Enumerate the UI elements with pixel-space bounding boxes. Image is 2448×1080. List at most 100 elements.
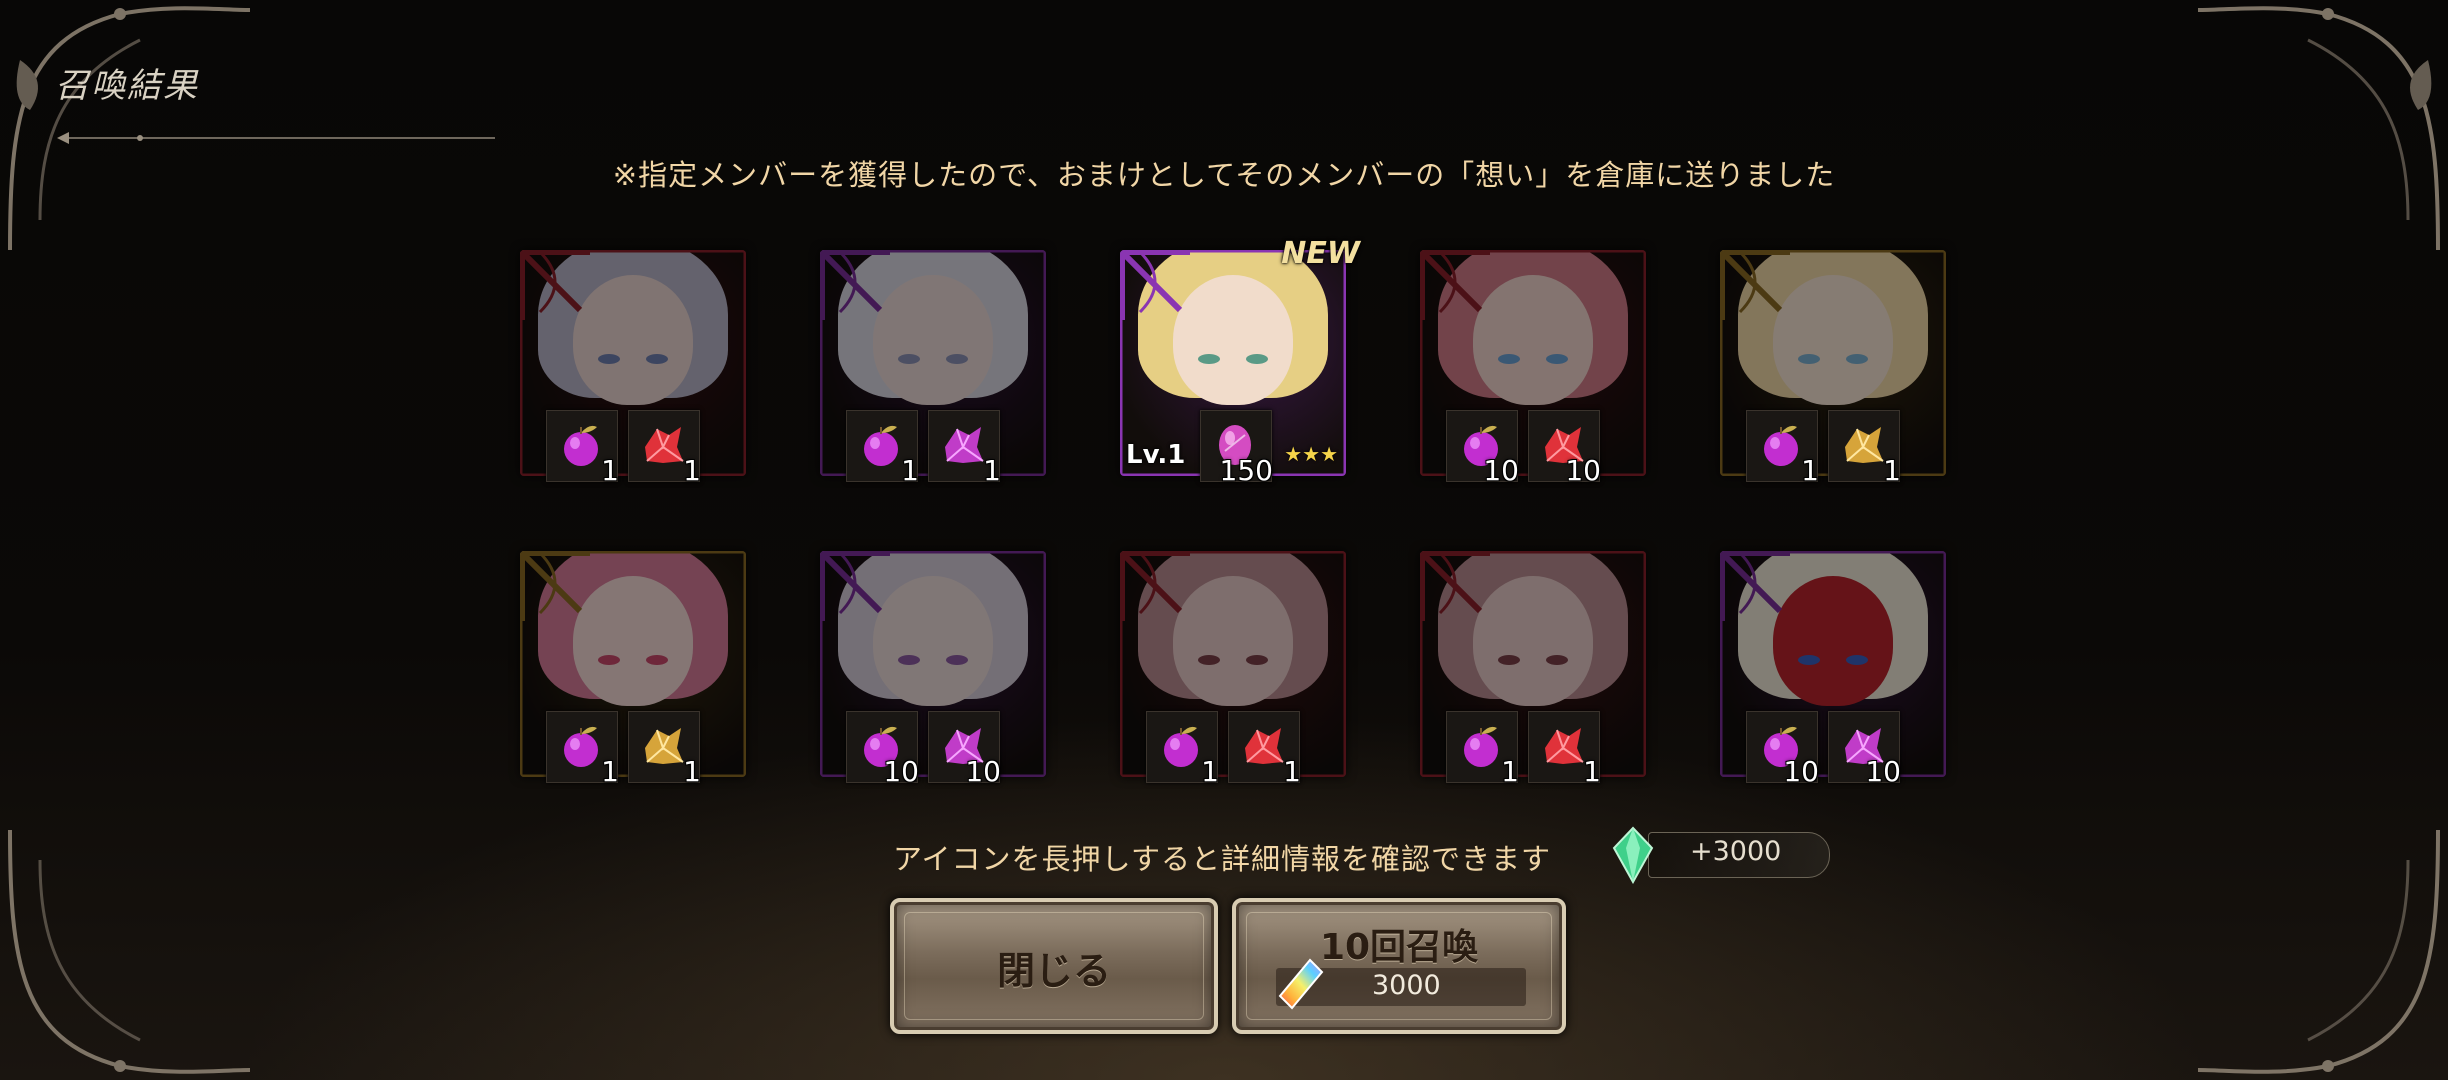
character-hair bbox=[838, 551, 1028, 699]
summon-result-screen: 召喚結果 ※指定メンバーを獲得したので、おまけとしてそのメンバーの「想い」を倉庫… bbox=[0, 0, 2448, 1080]
bonus-item[interactable]: 10 bbox=[1528, 410, 1601, 487]
bonus-item[interactable]: 1 bbox=[546, 711, 619, 788]
character-hair bbox=[1138, 551, 1328, 699]
bonus-item[interactable]: 1 bbox=[546, 410, 619, 487]
character-eye bbox=[1798, 654, 1820, 665]
bonus-item[interactable]: 1 bbox=[1528, 711, 1601, 788]
bonus-notice: ※指定メンバーを獲得したので、おまけとしてそのメンバーの「想い」を倉庫に送りまし… bbox=[612, 158, 1836, 192]
character-eye bbox=[598, 353, 620, 364]
item-quantity: 10 bbox=[1565, 454, 1601, 487]
result-card[interactable]: 10 10 bbox=[1420, 250, 1646, 487]
item-quantity: 1 bbox=[683, 755, 701, 788]
close-button-label: 閉じる bbox=[996, 949, 1111, 993]
bonus-item[interactable]: 1 bbox=[846, 410, 919, 487]
character-hair bbox=[1738, 551, 1928, 699]
bonus-item[interactable]: 10 bbox=[846, 711, 919, 788]
result-card[interactable]: 11 bbox=[1720, 250, 1946, 487]
character-face bbox=[1473, 275, 1593, 406]
rarity-stars: ★★★ bbox=[1284, 442, 1338, 466]
character-eye bbox=[1198, 654, 1220, 665]
bonus-item[interactable]: 1 bbox=[628, 711, 701, 788]
bonus-item[interactable]: 1 bbox=[628, 410, 701, 487]
rainbow-gem-icon bbox=[1278, 958, 1324, 1010]
character-face bbox=[1773, 275, 1893, 406]
character-eye bbox=[646, 654, 668, 665]
bonus-item[interactable]: 1 bbox=[1228, 711, 1301, 788]
bonus-item[interactable]: 1 bbox=[1146, 711, 1219, 788]
character-eye bbox=[946, 353, 968, 364]
character-eye bbox=[898, 654, 920, 665]
character-hair bbox=[1438, 551, 1628, 699]
summon-cost: 3000 bbox=[1276, 958, 1526, 1010]
bonus-item[interactable]: 1 bbox=[1828, 410, 1901, 487]
character-eye bbox=[1546, 654, 1568, 665]
character-eye bbox=[946, 654, 968, 665]
item-quantity: 10 bbox=[1865, 755, 1901, 788]
character-eye bbox=[1798, 353, 1820, 364]
ornament-corner-top-left bbox=[0, 0, 260, 260]
summon-cost-value: 3000 bbox=[1372, 970, 1441, 1001]
long-press-hint: アイコンを長押しすると詳細情報を確認できます bbox=[893, 842, 1551, 876]
character-face bbox=[573, 275, 693, 406]
result-card[interactable]: 11 bbox=[820, 250, 1046, 487]
result-card[interactable]: 11 bbox=[1420, 551, 1646, 788]
character-face bbox=[873, 576, 993, 707]
title-divider bbox=[57, 132, 495, 144]
item-quantity: 10 bbox=[1483, 454, 1519, 487]
bonus-item[interactable]: 150 bbox=[1200, 410, 1273, 487]
reward-counter: +3000 bbox=[1610, 826, 1830, 884]
character-face bbox=[1173, 576, 1293, 707]
new-badge: NEW bbox=[1281, 236, 1360, 271]
item-quantity: 150 bbox=[1219, 454, 1273, 487]
character-eye bbox=[1846, 353, 1868, 364]
item-quantity: 1 bbox=[1283, 755, 1301, 788]
character-face bbox=[573, 576, 693, 707]
bonus-item[interactable]: 1 bbox=[1746, 410, 1819, 487]
result-card[interactable]: 10 10 bbox=[1720, 551, 1946, 788]
item-quantity: 1 bbox=[683, 454, 701, 487]
close-button[interactable]: 閉じる bbox=[890, 898, 1218, 1034]
character-hair bbox=[1438, 250, 1628, 398]
character-hair bbox=[538, 250, 728, 398]
character-hair bbox=[838, 250, 1028, 398]
bonus-item[interactable]: 10 bbox=[1828, 711, 1901, 788]
bonus-item[interactable]: 10 bbox=[928, 711, 1001, 788]
level-label: Lv.1 bbox=[1126, 440, 1186, 470]
item-quantity: 1 bbox=[901, 454, 919, 487]
item-quantity: 1 bbox=[601, 755, 619, 788]
item-quantity: 10 bbox=[883, 755, 919, 788]
bonus-item[interactable]: 1 bbox=[928, 410, 1001, 487]
ornament-corner-bottom-left bbox=[0, 820, 260, 1080]
item-quantity: 10 bbox=[1783, 755, 1819, 788]
ornament-corner-top-right bbox=[2188, 0, 2448, 260]
bonus-item[interactable]: 10 bbox=[1746, 711, 1819, 788]
page-title: 召喚結果 bbox=[55, 66, 199, 106]
item-quantity: 1 bbox=[1583, 755, 1601, 788]
result-card[interactable]: 11 bbox=[520, 250, 746, 487]
character-eye bbox=[1498, 353, 1520, 364]
green-crystal-icon bbox=[1612, 826, 1654, 884]
character-eye bbox=[1846, 654, 1868, 665]
character-face bbox=[1773, 576, 1893, 707]
character-eye bbox=[1246, 654, 1268, 665]
reward-value: +3000 bbox=[1690, 836, 1782, 867]
result-card[interactable]: 11 bbox=[1120, 551, 1346, 788]
character-hair bbox=[1738, 250, 1928, 398]
character-eye bbox=[598, 654, 620, 665]
item-quantity: 1 bbox=[601, 454, 619, 487]
item-quantity: 10 bbox=[965, 755, 1001, 788]
character-hair bbox=[538, 551, 728, 699]
item-quantity: 1 bbox=[1801, 454, 1819, 487]
result-card[interactable]: 10 10 bbox=[820, 551, 1046, 788]
ornament-corner-bottom-right bbox=[2188, 820, 2448, 1080]
bonus-item[interactable]: 10 bbox=[1446, 410, 1519, 487]
item-quantity: 1 bbox=[1501, 755, 1519, 788]
item-quantity: 1 bbox=[983, 454, 1001, 487]
item-quantity: 1 bbox=[1883, 454, 1901, 487]
bonus-item[interactable]: 1 bbox=[1446, 711, 1519, 788]
result-card[interactable]: 11 bbox=[520, 551, 746, 788]
summon-10-button[interactable]: 10回召喚 3000 bbox=[1232, 898, 1566, 1034]
character-eye bbox=[646, 353, 668, 364]
result-card[interactable]: Lv.1 ★★★ NEW 150 bbox=[1120, 236, 1360, 487]
character-eye bbox=[1498, 654, 1520, 665]
